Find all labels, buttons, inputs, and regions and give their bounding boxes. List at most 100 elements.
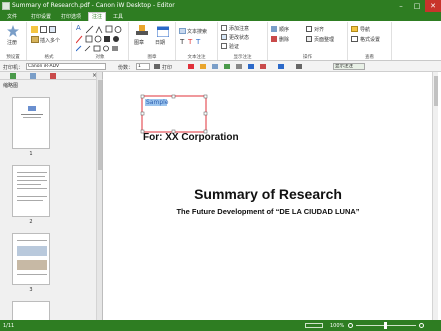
tab-file[interactable]: 文件 (4, 13, 20, 21)
group-objects: A 对象 (72, 22, 129, 60)
page-number-2: 2 (29, 219, 33, 225)
page-thumbnail-4[interactable] (12, 301, 50, 320)
ribbon: 注册 预设置 插入多个 格式 A 对象 图章 日期 图章 文本搜索 T T T … (0, 21, 441, 61)
text-search-icon[interactable] (179, 28, 186, 34)
svg-text:T: T (187, 38, 193, 45)
align-icon[interactable] (306, 26, 312, 32)
printer-select[interactable]: Canon iR-ADV (26, 63, 106, 70)
group-view: 导航 格式设置 查看 (348, 22, 392, 60)
insert-multiple-label[interactable]: 插入多个 (40, 37, 60, 44)
page-indicator: 1/11 (3, 323, 15, 329)
alignment-label[interactable]: 对齐 (314, 26, 324, 33)
quick-tools-icon[interactable] (188, 63, 328, 71)
document-scroll-thumb[interactable] (434, 76, 438, 106)
printer-label: 打印机： (3, 65, 24, 71)
window-title: Summary of Research.pdf - Canon iW Deskt… (12, 2, 175, 9)
drawing-tools-icon[interactable] (76, 35, 124, 44)
text-search-label[interactable]: 文本搜索 (187, 28, 207, 35)
group-label-objects: 对象 (95, 55, 105, 60)
thumbnail-tab-icon[interactable] (10, 73, 16, 79)
note-icon[interactable] (49, 26, 56, 33)
annotation-list-icon[interactable] (50, 73, 56, 79)
group-label-operation: 操作 (303, 55, 312, 60)
tab-tools[interactable]: 工具 (110, 13, 126, 21)
printer-icon[interactable] (154, 64, 160, 69)
page-number-1: 1 (29, 151, 33, 157)
close-button[interactable]: ✕ (425, 0, 441, 12)
minimize-button[interactable]: – (393, 0, 409, 12)
navigate-icon[interactable] (351, 26, 358, 32)
document-scrollbar[interactable] (432, 72, 438, 320)
text-markup-icon[interactable]: T T T (180, 37, 212, 45)
group-settings: 注册 预设置 (0, 22, 27, 60)
status-bar: 1/11 100% (0, 320, 441, 331)
star-icon[interactable] (7, 25, 19, 37)
thumbnail-tab-label[interactable]: 缩略图 (3, 82, 18, 89)
print-button[interactable]: 打印 (162, 64, 172, 71)
maximize-button[interactable]: □ (409, 0, 425, 12)
show-annotation-label[interactable]: 添加注意 (229, 25, 249, 32)
delete-icon[interactable] (271, 36, 277, 42)
zoom-slider-handle[interactable] (384, 322, 387, 329)
annotation-sample-text[interactable]: Sample (146, 99, 169, 106)
tab-print-settings[interactable]: 打印设置 (28, 13, 54, 21)
stamp-icon[interactable] (136, 25, 148, 37)
page-thumbnail-2[interactable] (12, 165, 50, 217)
tab-print-options[interactable]: 打印选项 (58, 13, 84, 21)
text-box-icon[interactable] (40, 26, 47, 33)
highlight-icon[interactable] (31, 26, 38, 33)
group-text-annotation: 文本搜索 T T T 文本注注 (176, 22, 218, 60)
delete-label[interactable]: 删除 (279, 36, 289, 43)
annotation-checkbox-icon[interactable] (221, 25, 227, 31)
text-tool-icon[interactable]: A (76, 24, 81, 32)
zoom-in-icon[interactable] (419, 323, 424, 328)
verify-checkbox-icon[interactable] (221, 43, 227, 49)
document-title: Summary of Research (194, 186, 342, 202)
group-format: 插入多个 格式 (27, 22, 72, 60)
svg-text:T: T (195, 38, 201, 45)
register-label[interactable]: 注册 (7, 39, 17, 46)
print-toolbar: 打印机： Canon iR-ADV 份数： 1 打印 显示注注 (0, 61, 441, 72)
copies-input[interactable]: 1 (136, 63, 150, 70)
view-mode-icon[interactable] (305, 323, 323, 328)
date-label[interactable]: 日期 (155, 39, 165, 46)
resize-handle (140, 111, 145, 116)
page-setup-label[interactable]: 页面整理 (314, 36, 334, 43)
zoom-out-icon[interactable] (348, 323, 353, 328)
svg-text:T: T (180, 38, 185, 45)
bookmark-tab-icon[interactable] (30, 73, 36, 79)
thumbnail-panel: × 缩略图 1 2 3 (0, 72, 103, 320)
state-checkbox-icon[interactable] (221, 34, 227, 40)
navigate-label[interactable]: 导航 (360, 26, 370, 33)
page-thumbnail-3[interactable] (12, 233, 50, 285)
thumbnail-scrollbar[interactable] (96, 72, 102, 320)
group-label-display-annotation: 显示注注 (233, 55, 252, 60)
display-annotation-button[interactable]: 显示注注 (333, 63, 365, 70)
order-label[interactable]: 顺序 (279, 26, 289, 33)
group-stamp: 图章 日期 图章 (129, 22, 176, 60)
stamp-label[interactable]: 图章 (134, 39, 144, 46)
page-thumbnail-1[interactable] (12, 97, 50, 149)
image-icon[interactable] (31, 36, 39, 43)
properties-label[interactable]: 格式设置 (360, 36, 380, 43)
properties-icon[interactable] (351, 36, 358, 42)
group-operation: 顺序 删除 对齐 页面整理 操作 (268, 22, 348, 60)
order-icon[interactable] (271, 26, 277, 32)
group-label-format: 格式 (44, 55, 54, 60)
corporation-text: For: XX Corporation (143, 132, 239, 143)
group-label-settings: 预设置 (6, 55, 20, 60)
thumbnail-scroll-thumb[interactable] (98, 80, 102, 170)
annotation-state-label[interactable]: 更改状态 (229, 34, 249, 41)
group-label-view: 查看 (365, 55, 374, 60)
shape-tools-icon[interactable] (86, 25, 122, 34)
app-icon[interactable] (2, 2, 10, 10)
zoom-level[interactable]: 100% (330, 323, 344, 329)
calendar-icon[interactable] (157, 25, 169, 37)
page-number-3: 3 (29, 287, 33, 293)
page-setup-icon[interactable] (306, 36, 312, 42)
verify-label[interactable]: 验证 (229, 43, 239, 50)
tab-annotation[interactable]: 注注 (88, 12, 107, 21)
document-subtitle: The Future Development of “DE LA CIUDAD … (176, 207, 360, 216)
resize-handle (140, 94, 145, 99)
pen-tools-icon[interactable] (76, 45, 124, 52)
